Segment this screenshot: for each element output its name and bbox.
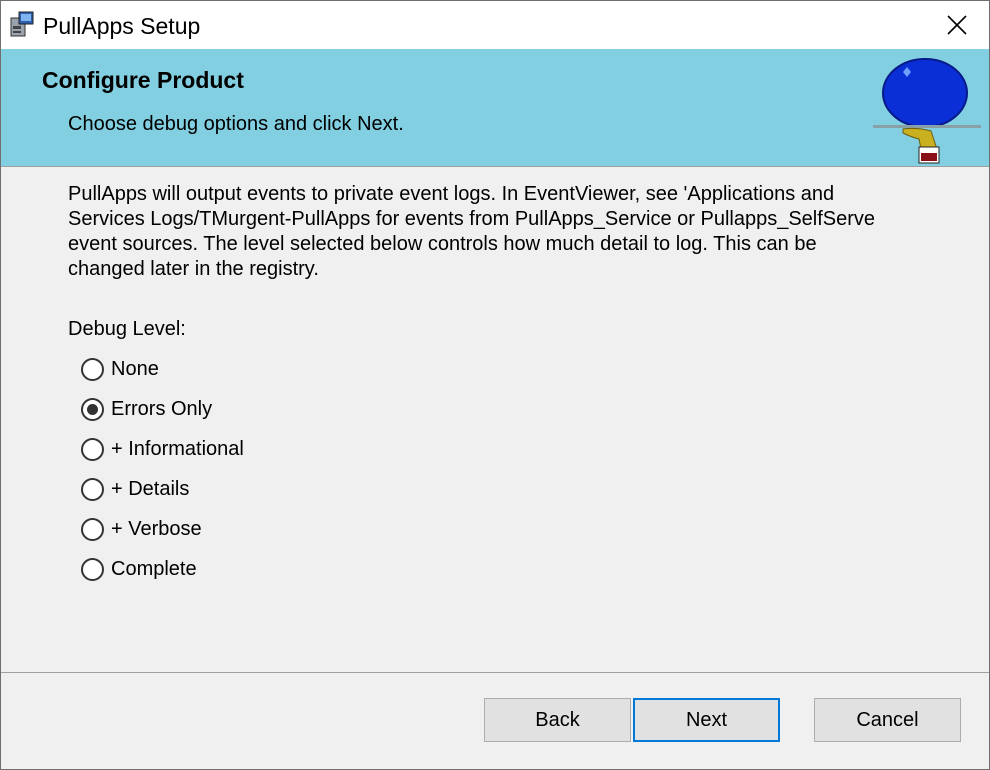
header-banner: Configure Product Choose debug options a… (1, 49, 989, 167)
radio-label: Errors Only (111, 398, 213, 420)
radio-details[interactable]: + Details (81, 474, 189, 504)
window-title: PullApps Setup (43, 13, 201, 39)
radio-verbose[interactable]: + Verbose (81, 514, 202, 544)
radio-button[interactable] (81, 357, 104, 381)
page-subtitle: Choose debug options and click Next. (68, 113, 404, 135)
next-button[interactable]: Next (633, 698, 780, 742)
radio-button[interactable] (81, 557, 104, 581)
radio-label: + Informational (111, 438, 244, 460)
setup-window: PullApps Setup Configure Product Choose … (0, 0, 990, 770)
radio-label: None (111, 358, 159, 380)
close-icon (947, 15, 967, 35)
radio-informational[interactable]: + Informational (81, 434, 244, 464)
radio-label: + Details (111, 478, 190, 500)
installer-app-icon (10, 11, 34, 37)
pullapps-logo (873, 58, 981, 164)
radio-none[interactable]: None (81, 354, 159, 384)
close-button[interactable] (925, 1, 989, 49)
description-text: PullApps will output events to private e… (68, 183, 876, 280)
page-title: Configure Product (42, 67, 244, 93)
radio-complete[interactable]: Complete (81, 554, 197, 584)
title-bar: PullApps Setup (1, 1, 989, 49)
radio-button[interactable] (81, 477, 104, 501)
footer-divider (1, 672, 989, 673)
radio-button-selected[interactable] (81, 397, 104, 421)
debug-level-label: Debug Level: (68, 318, 186, 340)
cancel-button[interactable]: Cancel (814, 698, 961, 742)
radio-errors-only[interactable]: Errors Only (81, 394, 212, 424)
radio-label: Complete (111, 558, 197, 580)
radio-button[interactable] (81, 437, 104, 461)
back-button[interactable]: Back (484, 698, 631, 742)
radio-label: + Verbose (111, 518, 202, 540)
radio-button[interactable] (81, 517, 104, 541)
